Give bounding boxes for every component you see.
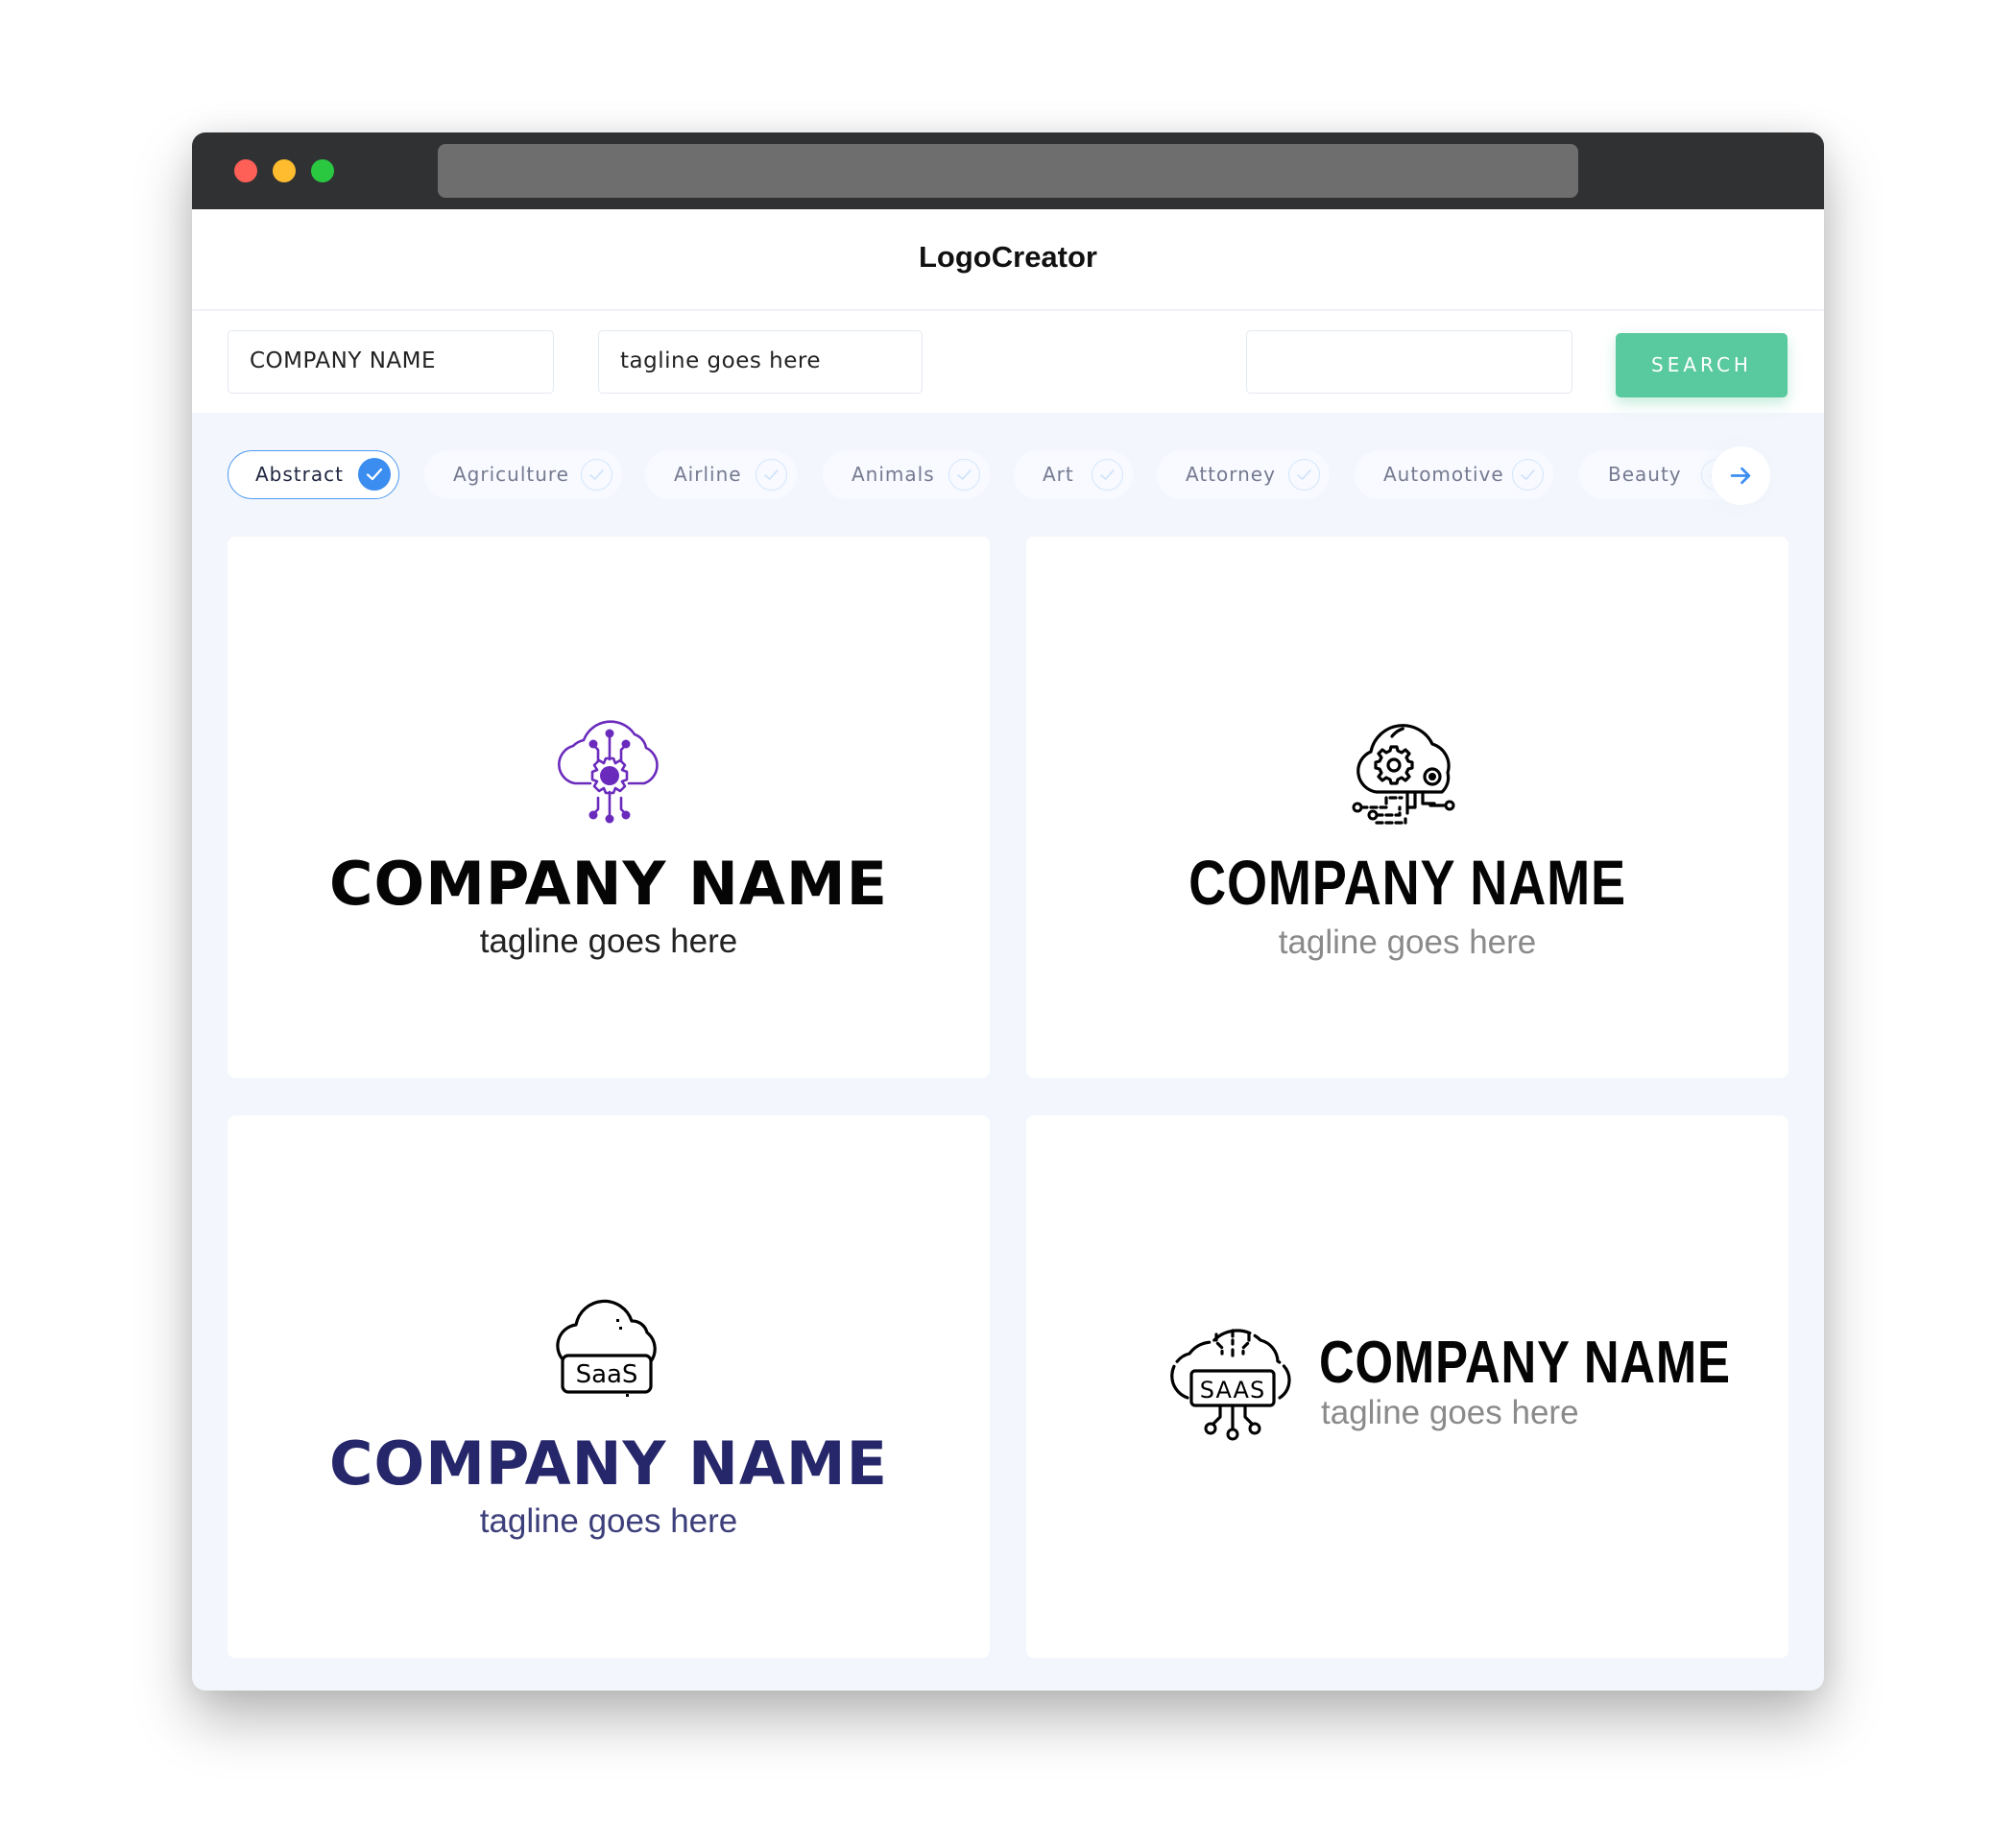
category-label: Airline	[674, 463, 742, 486]
category-chip-airline[interactable]: Airline	[645, 450, 797, 499]
check-icon	[1288, 459, 1320, 491]
next-categories-button[interactable]	[1712, 446, 1770, 505]
svg-text:SAAS: SAAS	[1200, 1377, 1265, 1404]
logo-card[interactable]: SAAS COMPANY NAME tagline goes here	[1026, 1116, 1788, 1658]
search-button[interactable]: SEARCH	[1616, 333, 1788, 397]
category-chip-automotive[interactable]: Automotive	[1355, 450, 1553, 499]
logo-company-name: COMPANY NAME	[1319, 1330, 1731, 1396]
minimize-window-button[interactable]	[273, 159, 296, 182]
cloud-saas-icon: SaaS	[556, 1299, 657, 1397]
category-filter-bar: Abstract Agriculture Airline Animals Art…	[192, 430, 1824, 526]
arrow-right-icon	[1730, 467, 1751, 485]
check-icon	[581, 459, 612, 491]
app-header: LogoCreator	[192, 209, 1824, 309]
address-bar[interactable]	[438, 144, 1578, 198]
cloud-saas-circuit-icon: SAAS	[1170, 1329, 1291, 1441]
logo-tagline: tagline goes here	[1321, 1394, 1579, 1431]
category-label: Abstract	[255, 463, 344, 486]
category-chip-art[interactable]: Art	[1014, 450, 1133, 499]
category-label: Beauty	[1608, 463, 1682, 486]
check-icon	[1512, 459, 1544, 491]
category-chip-abstract[interactable]: Abstract	[228, 450, 399, 499]
check-icon	[358, 458, 391, 491]
check-icon	[1092, 459, 1123, 491]
logo-company-name: COMPANY NAME	[329, 849, 888, 919]
check-icon	[756, 459, 787, 491]
cloud-circuit-gear-icon	[558, 720, 659, 824]
logo-tagline: tagline goes here	[479, 923, 738, 960]
tagline-input[interactable]: tagline goes here	[598, 330, 923, 394]
category-label: Agriculture	[453, 463, 569, 486]
cloud-gears-circuit-icon	[1352, 724, 1455, 825]
maximize-window-button[interactable]	[311, 159, 334, 182]
search-bar: COMPANY NAME tagline goes here SEARCH	[192, 311, 1824, 413]
logo-tagline: tagline goes here	[1278, 924, 1537, 961]
category-label: Automotive	[1383, 463, 1504, 486]
company-name-input[interactable]: COMPANY NAME	[228, 330, 554, 394]
category-label: Attorney	[1186, 463, 1276, 486]
logo-company-name: COMPANY NAME	[329, 1428, 888, 1499]
logo-card[interactable]: COMPANY NAME tagline goes here	[228, 537, 990, 1078]
category-chip-agriculture[interactable]: Agriculture	[424, 450, 622, 499]
logo-card[interactable]: COMPANY NAME tagline goes here	[1026, 537, 1788, 1078]
browser-chrome	[192, 132, 1824, 209]
category-label: Art	[1043, 463, 1074, 486]
logo-company-name: COMPANY NAME	[1188, 847, 1626, 918]
logo-tagline: tagline goes here	[479, 1502, 738, 1540]
logo-card[interactable]: SaaS COMPANY NAME tagline goes here	[228, 1116, 990, 1658]
check-icon	[948, 459, 980, 491]
keyword-input[interactable]	[1246, 330, 1572, 394]
close-window-button[interactable]	[234, 159, 257, 182]
browser-window: LogoCreator COMPANY NAME tagline goes he…	[192, 132, 1824, 1691]
category-chip-attorney[interactable]: Attorney	[1157, 450, 1330, 499]
app-title: LogoCreator	[919, 240, 1097, 274]
svg-text:SaaS: SaaS	[576, 1360, 638, 1389]
category-chip-animals[interactable]: Animals	[823, 450, 990, 499]
category-label: Animals	[852, 463, 935, 486]
